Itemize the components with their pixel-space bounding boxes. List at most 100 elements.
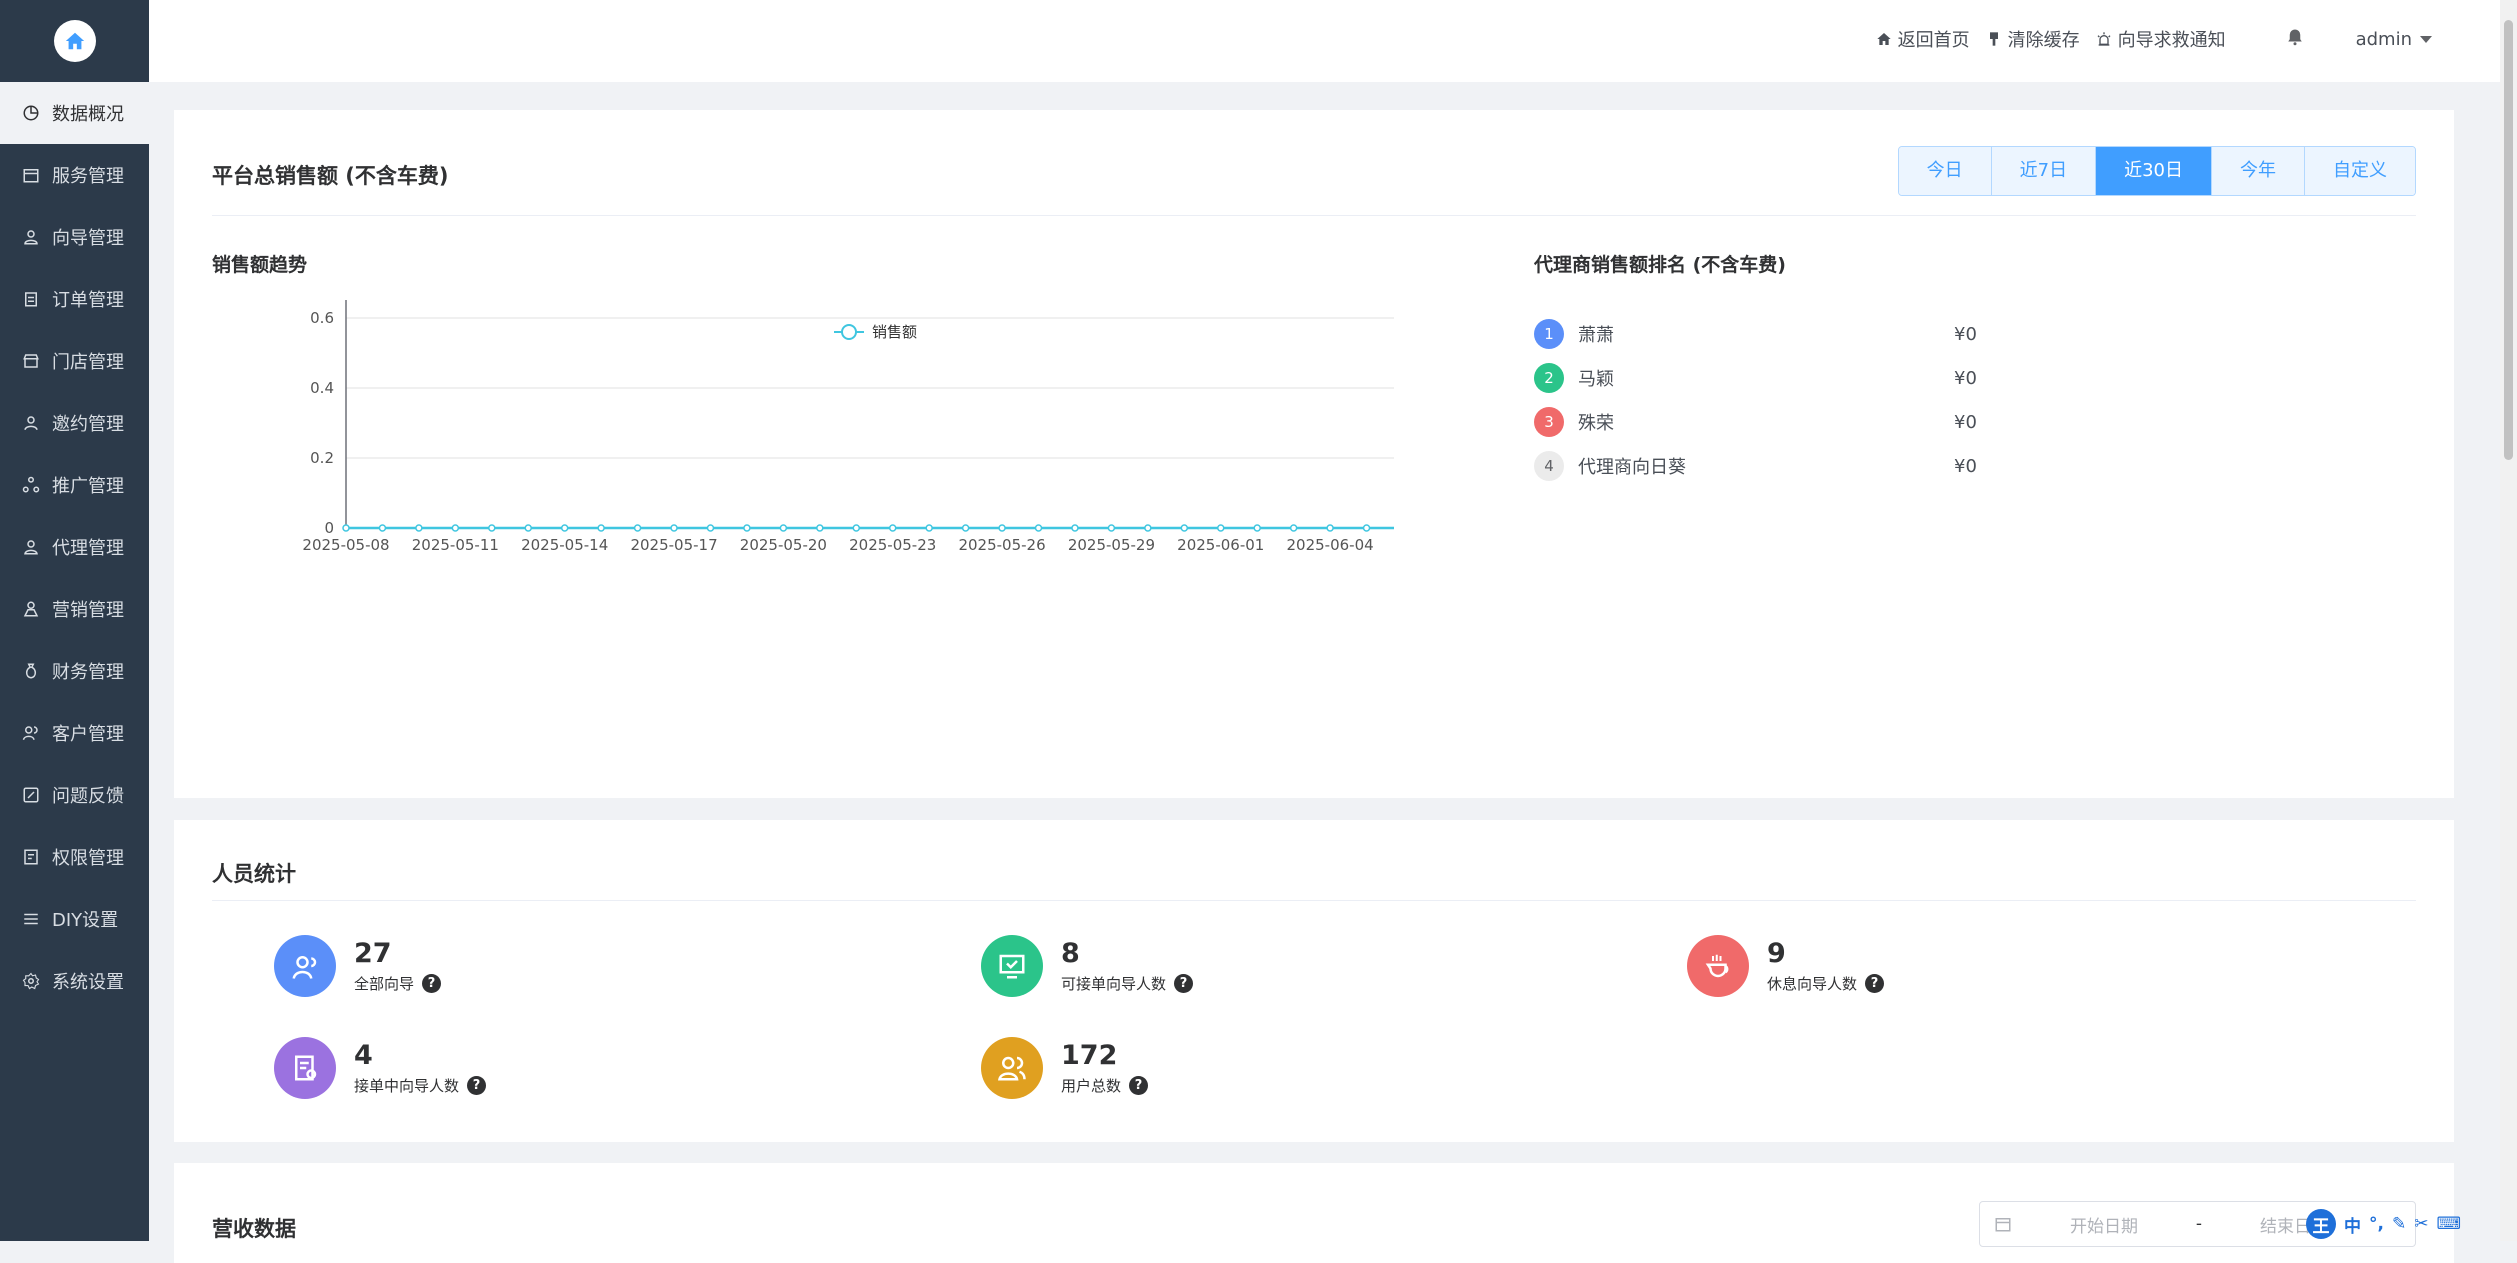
sidebar-item-label: 权限管理 — [52, 848, 124, 869]
data-point — [451, 524, 460, 532]
x-tick-label: 2025-06-04 — [1287, 536, 1374, 554]
sidebar-item-label: 代理管理 — [52, 538, 124, 559]
sidebar-item[interactable]: 客户管理 — [0, 702, 149, 764]
data-point — [1034, 524, 1043, 532]
feedback-edit-icon — [23, 787, 39, 803]
agent-sales-value: ¥0 — [1954, 323, 1977, 345]
help-icon[interactable]: ? — [422, 973, 442, 993]
coffee-cup-icon — [1687, 935, 1749, 997]
range-tab[interactable]: 今年 — [2211, 147, 2304, 195]
sidebar-item[interactable]: 邀约管理 — [0, 392, 149, 454]
punctuation-icon[interactable]: °, — [2369, 1214, 2384, 1234]
user-menu[interactable]: admin — [2356, 29, 2432, 50]
ime-badge[interactable]: 王 — [2306, 1209, 2336, 1239]
scrollbar-thumb[interactable] — [2504, 20, 2513, 460]
ranking-row: 2 马颖 ¥0 — [1534, 356, 1994, 400]
x-tick-label: 2025-05-11 — [412, 536, 499, 554]
agent-ranking-list: 1 萧萧 ¥0 2 马颖 ¥0 3 殊荣 ¥0 4 代理商向日葵 ¥0 — [1534, 312, 1994, 488]
start-date-input[interactable]: 开始日期 — [2024, 1212, 2184, 1237]
marketing-icon — [23, 601, 39, 617]
x-tick-label: 2025-05-23 — [849, 536, 936, 554]
data-point — [1217, 524, 1225, 532]
page-scrollbar[interactable] — [2500, 0, 2517, 1241]
sidebar-item[interactable]: 问题反馈 — [0, 764, 149, 826]
y-tick-label: 0.2 — [310, 449, 334, 467]
data-point — [524, 524, 532, 532]
keyboard-icon[interactable]: ⌨ — [2436, 1214, 2461, 1234]
stat-item: 172 用户总数? — [981, 1037, 1149, 1099]
calendar-grid-icon — [23, 169, 39, 183]
sidebar-item-label: 订单管理 — [52, 290, 124, 311]
help-icon[interactable]: ? — [467, 1075, 487, 1095]
data-point — [415, 524, 423, 532]
sidebar-item[interactable]: 营销管理 — [0, 578, 149, 640]
bell-icon[interactable] — [2286, 28, 2304, 51]
data-point — [670, 524, 678, 532]
rescue-notice-link[interactable]: 向导求救通知 — [2096, 26, 2226, 52]
y-tick-label: 0.6 — [310, 309, 334, 327]
x-tick-label: 2025-05-20 — [740, 536, 827, 554]
pen-icon[interactable]: ✎ — [2392, 1214, 2406, 1234]
help-icon[interactable]: ? — [1865, 973, 1885, 993]
sidebar-item[interactable]: 订单管理 — [0, 268, 149, 330]
sidebar-item-label: 财务管理 — [52, 662, 124, 683]
sidebar-item[interactable]: 系统设置 — [0, 950, 149, 1012]
range-tab[interactable]: 近30日 — [2095, 147, 2211, 195]
sidebar-item[interactable]: 服务管理 — [0, 144, 149, 206]
sidebar-item[interactable]: 门店管理 — [0, 330, 149, 392]
ime-mode[interactable]: 中 — [2344, 1212, 2361, 1237]
gear-icon — [22, 972, 40, 990]
sidebar-item[interactable]: 权限管理 — [0, 826, 149, 888]
x-tick-label: 2025-05-17 — [630, 536, 717, 554]
clear-cache-link[interactable]: 清除缓存 — [1986, 26, 2080, 52]
sidebar-item[interactable]: 代理管理 — [0, 516, 149, 578]
agent-user-icon — [24, 540, 38, 555]
sidebar-item-label: 系统设置 — [52, 972, 124, 993]
sidebar-item[interactable]: 推广管理 — [0, 454, 149, 516]
sidebar-item[interactable]: 向导管理 — [0, 206, 149, 268]
rank-badge: 3 — [1534, 407, 1564, 437]
range-tab[interactable]: 自定义 — [2304, 147, 2415, 195]
data-point — [998, 524, 1006, 532]
stat-value: 8 — [1061, 937, 1080, 969]
staff-card: 人员统计 27 全部向导? 8 可接单向导人数? 9 休息向导人数? 4 接单中… — [174, 820, 2454, 1142]
sidebar-item-label: 向导管理 — [52, 228, 124, 249]
sidebar-item-label: 营销管理 — [52, 600, 124, 621]
agent-name: 代理商向日葵 — [1578, 457, 1686, 478]
agent-sales-value: ¥0 — [1954, 455, 1977, 477]
legend-label: 销售额 — [872, 323, 917, 341]
sidebar-item-label: 数据概况 — [52, 104, 124, 125]
scissors-icon[interactable]: ✂ — [2414, 1214, 2428, 1234]
date-range-tabs: 今日 近7日 近30日 今年 自定义 — [1897, 146, 2416, 196]
home-icon — [1876, 33, 1891, 45]
x-tick-label: 2025-05-26 — [958, 536, 1045, 554]
sales-trend-chart: 00.20.40.60.812025-05-082025-05-112025-0… — [302, 300, 1394, 554]
back-home-link[interactable]: 返回首页 — [1876, 26, 1970, 52]
stat-value: 9 — [1767, 937, 1786, 969]
stat-label: 休息向导人数 — [1767, 974, 1858, 993]
agent-name: 殊荣 — [1578, 413, 1614, 434]
rank-badge: 4 — [1534, 451, 1564, 481]
user-name: admin — [2355, 28, 2412, 50]
alarm-light-icon — [2097, 32, 2111, 46]
legend-marker — [841, 324, 857, 340]
sidebar-item[interactable]: 财务管理 — [0, 640, 149, 702]
data-point — [1326, 524, 1334, 532]
sidebar-item[interactable]: 数据概况 — [0, 82, 149, 144]
help-icon[interactable]: ? — [1129, 1075, 1149, 1095]
agent-name: 萧萧 — [1578, 325, 1614, 346]
stat-value: 27 — [354, 937, 392, 969]
data-point — [597, 524, 605, 532]
money-bag-icon — [25, 663, 37, 679]
help-icon[interactable]: ? — [1174, 973, 1194, 993]
agent-sales-value: ¥0 — [1954, 411, 1977, 433]
data-point — [706, 524, 715, 532]
data-point — [1180, 524, 1189, 532]
range-tab[interactable]: 今日 — [1898, 147, 1991, 195]
range-tab[interactable]: 近7日 — [1990, 147, 2096, 195]
stat-value: 4 — [354, 1039, 373, 1071]
data-point — [1362, 524, 1371, 532]
sidebar-item[interactable]: DIY设置 — [0, 888, 149, 950]
store-icon — [23, 354, 39, 368]
home-logo-icon[interactable] — [53, 20, 96, 62]
